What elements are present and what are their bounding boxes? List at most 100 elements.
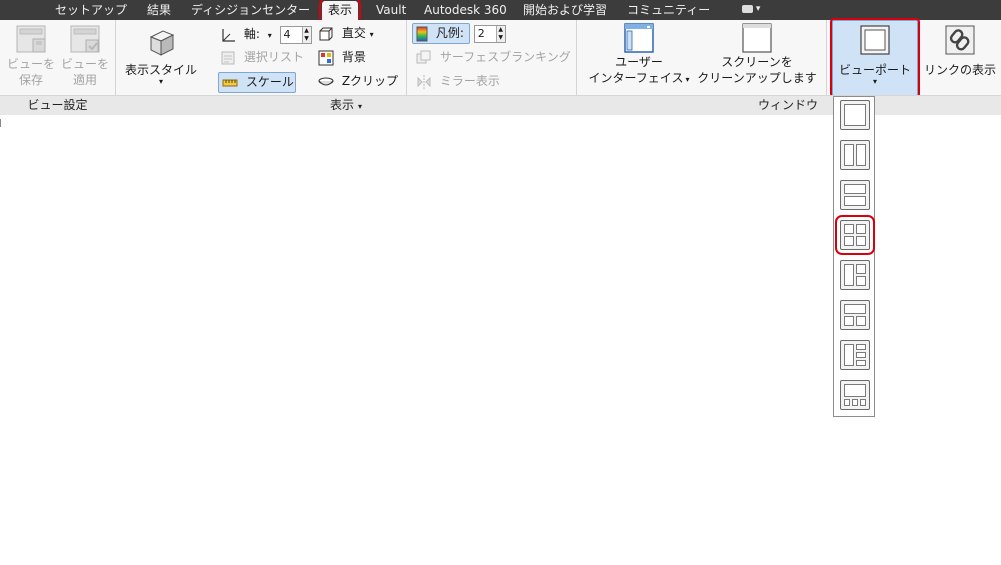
display-style-label: 表示スタイル (124, 63, 197, 77)
viewport-pane (844, 184, 866, 194)
display-style-button[interactable]: 表示スタイル ▾ (121, 26, 201, 86)
background-label: 背景 (341, 50, 366, 64)
clean-screen-label-2: クリーンアップします (697, 71, 817, 85)
tab-results[interactable]: 結果 (147, 0, 171, 20)
mirror-display-label: ミラー表示 (439, 74, 500, 88)
select-list-button[interactable]: 選択リスト (220, 47, 304, 67)
select-list-label: 選択リスト (243, 50, 304, 64)
legend-count-spinner[interactable]: 2 ▲ ▼ (473, 24, 506, 43)
background-icon (318, 50, 334, 65)
chevron-down-icon: ▾ (369, 30, 374, 39)
save-view-label-2: 保存 (18, 73, 43, 87)
tab-community[interactable]: コミュニティー (627, 0, 710, 20)
viewport-layout-four-left-big[interactable] (840, 340, 870, 370)
viewport-icon (860, 25, 890, 55)
ribbon-tab-bar: セットアップ 結果 ディシジョンセンター 表示 Vault Autodesk 3… (0, 0, 1001, 23)
group-divider (406, 20, 407, 95)
viewport-pane (844, 316, 854, 326)
select-list-icon (221, 51, 235, 64)
axis-row: 軸: ▾ 4 ▲ ▼ (220, 24, 312, 44)
viewport-pane (856, 360, 866, 366)
show-links-button[interactable]: リンクの表示 (921, 24, 999, 78)
axis-count-value: 4 (283, 27, 291, 41)
tab-getting-started[interactable]: 開始および学習 (523, 0, 607, 20)
viewport-layout-single[interactable] (840, 100, 870, 130)
apply-view-label-2: 適用 (72, 73, 97, 87)
viewport-pane (856, 316, 866, 326)
spinner-arrows-icon[interactable]: ▲ ▼ (301, 26, 311, 43)
viewport-layout-two-vertical[interactable] (840, 140, 870, 170)
viewport-pane (856, 352, 866, 358)
legend-count-value: 2 (477, 26, 485, 40)
mirror-icon (417, 74, 431, 89)
viewport-layout-three-top-big[interactable] (840, 300, 870, 330)
panel-toggle-icon (742, 4, 753, 13)
save-view-button[interactable]: ビューを 保存 (5, 24, 57, 88)
viewport-pane (844, 196, 866, 206)
cube-icon (149, 30, 175, 56)
user-interface-label-1: ユーザー (615, 55, 663, 69)
spinner-arrows-icon[interactable]: ▲ ▼ (495, 25, 505, 42)
viewport-button-content[interactable]: ビューポート ▾ (832, 24, 918, 86)
tab-display[interactable]: 表示 (318, 0, 362, 23)
viewport-pane (844, 399, 850, 406)
apply-view-button[interactable]: ビューを 適用 (59, 24, 111, 88)
orthographic-icon (319, 27, 333, 40)
viewport-layout-three-left-big[interactable] (840, 260, 870, 290)
viewport-layout-four[interactable] (835, 215, 875, 255)
chevron-down-icon: ▾ (685, 75, 690, 84)
viewport-layout-two-horizontal[interactable] (840, 180, 870, 210)
chevron-down-icon: ▾ (358, 102, 363, 111)
tab-setup[interactable]: セットアップ (55, 0, 127, 20)
viewport-pane (856, 224, 866, 234)
zclip-icon (318, 77, 334, 85)
axis-icon (222, 28, 235, 42)
tab-vault[interactable]: Vault (376, 0, 406, 20)
chevron-down-icon: ▾ (755, 4, 761, 14)
user-interface-label-2-text: インターフェイス (588, 71, 684, 85)
viewport-pane (844, 264, 854, 286)
viewport-label: ビューポート (838, 63, 911, 77)
clean-screen-label-1: スクリーンを (721, 55, 793, 69)
viewport-layout-menu (833, 96, 875, 417)
zclip-button[interactable]: Zクリップ (318, 71, 398, 91)
background-button[interactable]: 背景 (318, 47, 366, 67)
axis-count-spinner[interactable]: 4 ▲ ▼ (279, 25, 312, 44)
user-interface-icon (624, 23, 654, 53)
display-panel-label[interactable]: 表示 ▾ (116, 96, 576, 114)
viewport-pane (860, 399, 866, 406)
orthographic-button[interactable]: 直交 ▾ (318, 23, 374, 43)
legend-row: 凡例: 2 ▲ ▼ (416, 23, 506, 43)
viewport-pane (856, 144, 866, 166)
viewport-pane (856, 264, 866, 274)
viewport-layout-four-bottom-row[interactable] (840, 380, 870, 410)
viewport-pane (856, 276, 866, 286)
window-panel-label: ウィンドウ (757, 98, 818, 112)
viewport-pane (844, 104, 866, 126)
viewport-pane (844, 304, 866, 314)
scale-label: スケール (245, 75, 294, 89)
user-interface-label-2: インターフェイス ▾ (586, 70, 692, 88)
mirror-display-button[interactable]: ミラー表示 (416, 71, 500, 91)
chevron-down-icon: ▾ (158, 77, 163, 86)
legend-icon[interactable] (416, 26, 428, 42)
chevron-down-icon[interactable]: ▾ (268, 31, 272, 40)
view-settings-panel-label: ビュー設定 (27, 98, 88, 112)
axis-label: 軸: (243, 27, 260, 41)
legend-label: 凡例: (435, 26, 464, 40)
viewport-pane (856, 236, 866, 246)
orthographic-label: 直交 (341, 26, 366, 40)
user-interface-button[interactable]: ユーザー インターフェイス ▾ (586, 22, 692, 88)
save-view-icon (16, 25, 46, 53)
viewport-pane (856, 344, 866, 350)
viewport-pane (844, 236, 854, 246)
tab-decision-center[interactable]: ディシジョンセンター (191, 0, 310, 20)
clean-screen-button[interactable]: スクリーンを クリーンアップします (696, 22, 818, 86)
tab-autodesk-360[interactable]: Autodesk 360 (424, 0, 507, 20)
apply-view-icon (70, 25, 100, 53)
panel-toggle-dropdown[interactable]: ▾ (742, 4, 766, 16)
chevron-down-icon: ▾ (872, 77, 877, 86)
link-icon (945, 25, 975, 55)
surface-blanking-button[interactable]: サーフェスブランキング (416, 47, 571, 67)
scale-button[interactable]: スケール (222, 72, 294, 92)
